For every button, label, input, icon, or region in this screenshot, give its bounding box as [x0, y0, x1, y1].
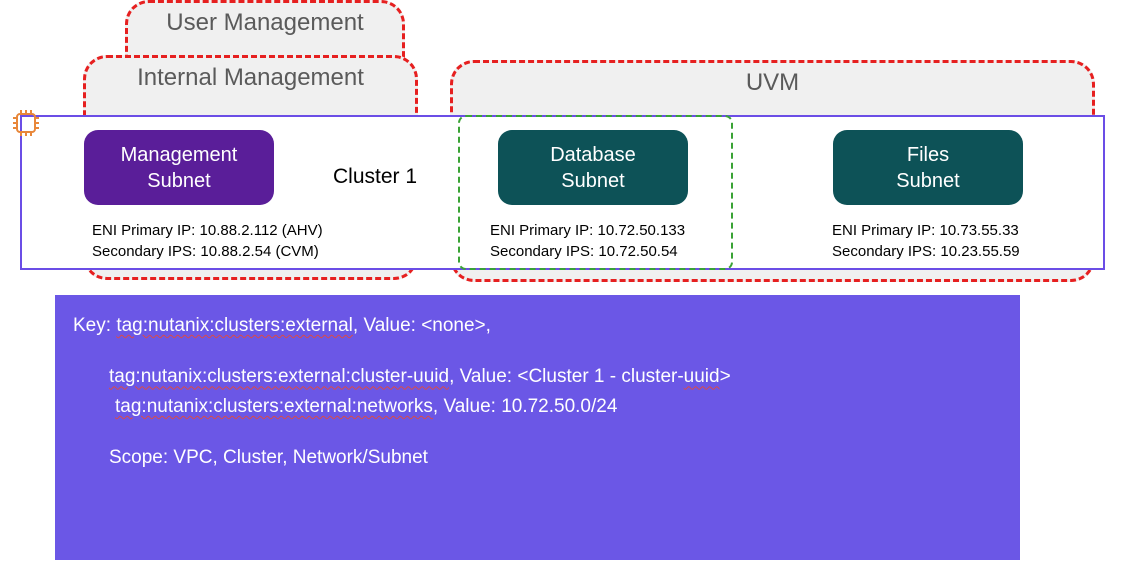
database-ip-block: ENI Primary IP: 10.72.50.133 Secondary I… [490, 220, 685, 262]
management-ip-secondary: Secondary IPS: 10.88.2.54 (CVM) [92, 241, 323, 262]
management-subnet-pill: Management Subnet [84, 130, 274, 205]
management-ip-primary: ENI Primary IP: 10.88.2.112 (AHV) [92, 220, 323, 241]
uvm-title: UVM [453, 63, 1092, 97]
database-ip-primary: ENI Primary IP: 10.72.50.133 [490, 220, 685, 241]
panel-rest-3: , Value: 10.72.50.0/24 [433, 396, 618, 417]
files-subnet-line1: Files [833, 142, 1023, 168]
files-ip-primary: ENI Primary IP: 10.73.55.33 [832, 220, 1020, 241]
panel-rest-1: , Value: <none>, [353, 315, 491, 336]
panel-key-1: tag:nutanix:clusters:external [116, 315, 353, 336]
panel-key-label: Key: [73, 315, 116, 336]
diagram-canvas: User Management Internal Management UVM … [0, 0, 1122, 571]
tags-panel: Key: tag:nutanix:clusters:external, Valu… [55, 295, 1020, 560]
management-subnet-line1: Management [84, 142, 274, 168]
cluster-label: Cluster 1 [333, 165, 417, 189]
panel-line-4: Scope: VPC, Cluster, Network/Subnet [73, 443, 1002, 472]
panel-line-3: tag:nutanix:clusters:external:networks, … [73, 392, 1002, 421]
management-subnet-line2: Subnet [84, 168, 274, 194]
database-subnet-pill: Database Subnet [498, 130, 688, 205]
panel-line-2: tag:nutanix:clusters:external:cluster-uu… [73, 362, 1002, 391]
database-subnet-line2: Subnet [498, 168, 688, 194]
database-ip-secondary: Secondary IPS: 10.72.50.54 [490, 241, 685, 262]
database-subnet-line1: Database [498, 142, 688, 168]
files-ip-secondary: Secondary IPS: 10.23.55.59 [832, 241, 1020, 262]
user-management-title: User Management [128, 3, 402, 37]
management-ip-block: ENI Primary IP: 10.88.2.112 (AHV) Second… [92, 220, 323, 262]
panel-uuid: uuid [684, 366, 720, 387]
panel-close-2: > [720, 366, 731, 387]
internal-management-title: Internal Management [86, 58, 415, 92]
files-subnet-line2: Subnet [833, 168, 1023, 194]
panel-key-3: tag:nutanix:clusters:external:networks [115, 396, 433, 417]
files-ip-block: ENI Primary IP: 10.73.55.33 Secondary IP… [832, 220, 1020, 262]
panel-line-1: Key: tag:nutanix:clusters:external, Valu… [73, 311, 1002, 340]
panel-key-2: tag:nutanix:clusters:external:cluster-uu… [109, 366, 449, 387]
files-subnet-pill: Files Subnet [833, 130, 1023, 205]
panel-rest-2: , Value: <Cluster 1 - cluster- [449, 366, 684, 387]
chip-icon [10, 107, 42, 139]
